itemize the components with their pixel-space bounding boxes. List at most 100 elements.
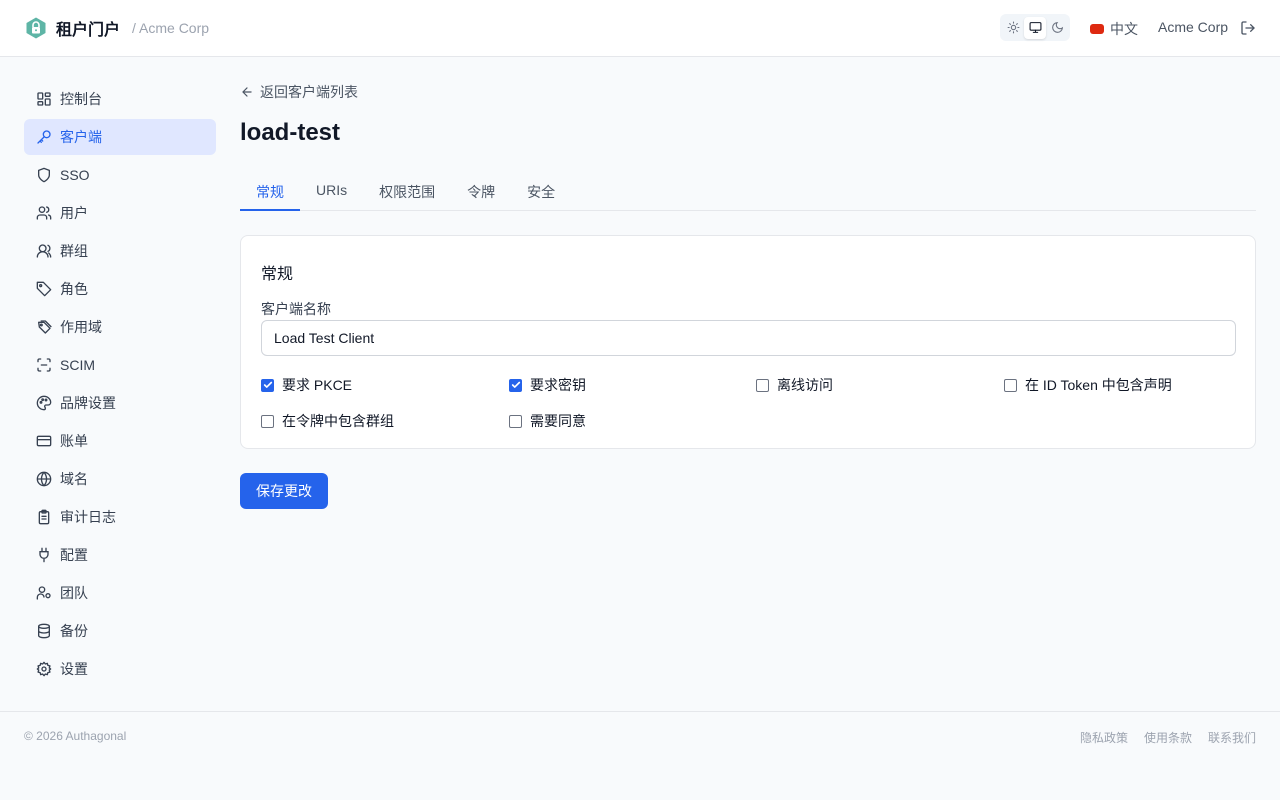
require-secret-checkbox[interactable]: 要求密钥 [509, 375, 586, 395]
sidebar: 控制台 客户端 SSO 用户 群组 角色 作用域 SCIM 品牌设置 账单 域名… [24, 81, 216, 689]
org-name: Acme Corp [1158, 19, 1229, 35]
brand[interactable]: 租户门户 / Acme Corp [24, 16, 209, 40]
contact-us-link[interactable]: 联系我们 [1208, 729, 1256, 746]
gear-icon [36, 661, 52, 677]
sidebar-item-label: SCIM [60, 357, 95, 373]
tab-general[interactable]: 常规 [240, 172, 300, 211]
tenant-breadcrumb: / Acme Corp [132, 20, 210, 36]
sidebar-item-label: 设置 [60, 661, 88, 677]
sidebar-item-dashboard[interactable]: 控制台 [24, 81, 216, 117]
tab-security[interactable]: 安全 [511, 172, 571, 211]
copyright: © 2026 Authagonal [24, 729, 127, 743]
key-icon [36, 129, 52, 145]
privacy-policy-link[interactable]: 隐私政策 [1080, 729, 1128, 746]
sidebar-item-label: 控制台 [60, 91, 102, 107]
monitor-icon [1029, 22, 1041, 33]
sidebar-item-branding[interactable]: 品牌设置 [24, 385, 216, 421]
users-icon [36, 205, 52, 221]
footer-links: 隐私政策 使用条款 联系我们 [1064, 729, 1256, 746]
tab-tokens[interactable]: 令牌 [451, 172, 511, 211]
sidebar-item-backup[interactable]: 备份 [24, 613, 216, 649]
tab-scopes[interactable]: 权限范围 [363, 172, 451, 211]
sidebar-item-label: 配置 [60, 547, 88, 563]
sidebar-item-label: 团队 [60, 585, 88, 601]
checkbox-unchecked-icon [756, 378, 769, 392]
checkbox-label: 要求 PKCE [282, 377, 353, 393]
sidebar-item-scim[interactable]: SCIM [24, 347, 216, 383]
checkbox-label: 要求密钥 [530, 377, 586, 393]
general-settings-card: 常规 客户端名称 要求 PKCE 要求密钥 离线访问 在 ID Token 中包… [240, 235, 1256, 449]
sidebar-item-label: SSO [60, 167, 90, 183]
sidebar-item-clients[interactable]: 客户端 [24, 119, 216, 155]
language-label: 中文 [1110, 21, 1138, 37]
checkbox-checked-icon [261, 378, 274, 392]
shield-icon [36, 167, 52, 183]
checkbox-label: 在 ID Token 中包含声明 [1025, 377, 1172, 393]
sidebar-item-domains[interactable]: 域名 [24, 461, 216, 497]
tags-icon [36, 319, 52, 335]
language-switcher[interactable]: 中文 [1090, 19, 1138, 39]
sidebar-item-billing[interactable]: 账单 [24, 423, 216, 459]
sidebar-item-sso[interactable]: SSO [24, 157, 216, 193]
sidebar-item-groups[interactable]: 群组 [24, 233, 216, 269]
checkbox-label: 离线访问 [777, 377, 833, 393]
sidebar-item-config[interactable]: 配置 [24, 537, 216, 573]
palette-icon [36, 395, 52, 411]
sidebar-item-label: 角色 [60, 281, 88, 297]
sidebar-item-audit-log[interactable]: 审计日志 [24, 499, 216, 535]
save-changes-button[interactable]: 保存更改 [240, 473, 328, 509]
user-cog-icon [36, 585, 52, 601]
sidebar-item-roles[interactable]: 角色 [24, 271, 216, 307]
lock-hexagon-icon [24, 16, 48, 40]
arrow-left-icon [240, 85, 254, 99]
sidebar-item-settings[interactable]: 设置 [24, 651, 216, 687]
require-pkce-checkbox[interactable]: 要求 PKCE [261, 375, 352, 395]
sidebar-item-label: 品牌设置 [60, 395, 116, 411]
sidebar-item-users[interactable]: 用户 [24, 195, 216, 231]
database-icon [36, 623, 52, 639]
checkbox-unchecked-icon [1004, 378, 1017, 392]
sidebar-item-label: 账单 [60, 433, 88, 449]
sidebar-item-label: 域名 [60, 471, 88, 487]
client-name-label: 客户端名称 [261, 301, 331, 317]
scan-icon [36, 357, 52, 373]
groups-in-token-checkbox[interactable]: 在令牌中包含群组 [261, 411, 394, 431]
checkbox-label: 在令牌中包含群组 [282, 413, 394, 429]
sidebar-item-team[interactable]: 团队 [24, 575, 216, 611]
sidebar-item-label: 备份 [60, 623, 88, 639]
logout-button[interactable] [1240, 20, 1256, 36]
footer: © 2026 Authagonal 隐私政策 使用条款 联系我们 [0, 711, 1280, 800]
sun-icon [1007, 21, 1019, 34]
client-name-input[interactable] [261, 320, 1236, 356]
dashboard-icon [36, 91, 52, 107]
credit-card-icon [36, 433, 52, 449]
page-title: load-test [240, 119, 341, 146]
sidebar-item-label: 客户端 [60, 129, 102, 145]
offline-access-checkbox[interactable]: 离线访问 [756, 375, 833, 395]
plug-icon [36, 547, 52, 563]
sidebar-item-label: 群组 [60, 243, 88, 259]
logout-icon [1241, 21, 1255, 35]
back-to-clients-link[interactable]: 返回客户端列表 [240, 82, 358, 102]
clipboard-icon [36, 509, 52, 525]
card-title: 常规 [261, 266, 294, 283]
terms-of-use-link[interactable]: 使用条款 [1144, 729, 1192, 746]
claims-in-id-token-checkbox[interactable]: 在 ID Token 中包含声明 [1004, 375, 1172, 395]
china-flag-icon [1090, 24, 1104, 34]
user-group-icon [36, 243, 52, 259]
sidebar-item-scopes[interactable]: 作用域 [24, 309, 216, 345]
theme-light-button[interactable] [1002, 17, 1024, 39]
moon-icon [1051, 21, 1063, 33]
tab-uris[interactable]: URIs [300, 172, 363, 211]
tab-bar: 常规 URIs 权限范围 令牌 安全 [240, 172, 1256, 211]
theme-system-button[interactable] [1024, 16, 1046, 39]
sidebar-item-label: 作用域 [60, 319, 102, 335]
sidebar-item-label: 审计日志 [60, 509, 116, 525]
back-link-label: 返回客户端列表 [260, 84, 358, 100]
theme-dark-button[interactable] [1046, 17, 1068, 39]
top-header: 租户门户 / Acme Corp 中文 Acme Corp [0, 0, 1280, 57]
checkbox-unchecked-icon [261, 414, 274, 428]
require-consent-checkbox[interactable]: 需要同意 [509, 411, 586, 431]
tag-icon [36, 281, 52, 297]
checkbox-checked-icon [509, 378, 522, 392]
